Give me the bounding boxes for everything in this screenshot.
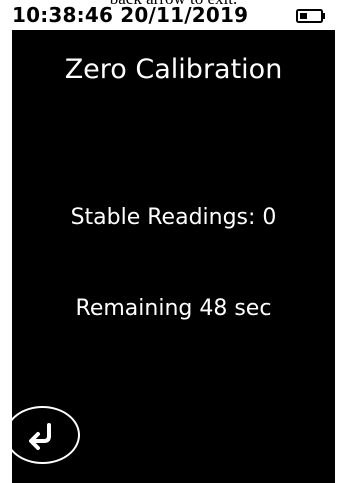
right-bezel-edge	[335, 0, 347, 483]
page-title: Zero Calibration	[64, 54, 283, 85]
device-screen: 10:38:46 20/11/2019 Zero Calibration Sta…	[0, 0, 347, 483]
back-button[interactable]	[5, 406, 80, 464]
caption-text: back arrow to exit.	[0, 0, 347, 8]
remaining-time-text: Remaining 48 sec	[75, 296, 272, 321]
stable-readings-text: Stable Readings: 0	[70, 205, 277, 230]
left-bezel-edge	[0, 0, 12, 483]
return-arrow-icon	[29, 423, 51, 450]
battery-icon	[296, 8, 326, 23]
